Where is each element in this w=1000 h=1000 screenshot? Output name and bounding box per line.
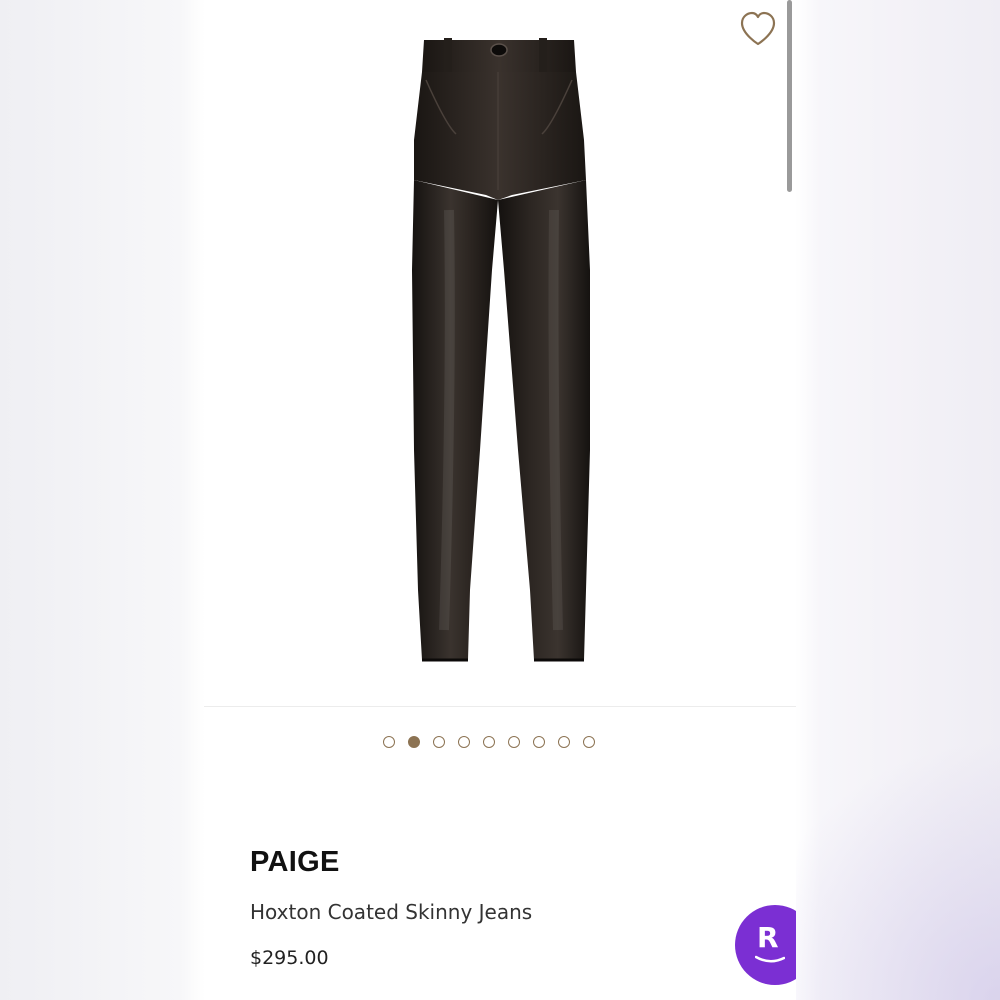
- divider: [204, 706, 796, 707]
- rakuten-r-icon: R: [757, 921, 779, 954]
- pagination-dot-4[interactable]: [458, 736, 470, 748]
- rakuten-swoosh-icon: [755, 955, 785, 963]
- pagination-dot-1[interactable]: [383, 736, 395, 748]
- pagination-dot-2-active[interactable]: [408, 736, 420, 748]
- pagination-dot-6[interactable]: [508, 736, 520, 748]
- scrollbar[interactable]: [787, 0, 792, 192]
- pagination-dot-8[interactable]: [558, 736, 570, 748]
- pagination-dot-7[interactable]: [533, 736, 545, 748]
- product-page: PAIGE Hoxton Coated Skinny Jeans $295.00…: [204, 0, 796, 1000]
- rakuten-button[interactable]: R: [735, 905, 796, 985]
- product-image-gallery[interactable]: [204, 0, 796, 706]
- product-title: Hoxton Coated Skinny Jeans: [250, 900, 533, 924]
- pagination-dot-5[interactable]: [483, 736, 495, 748]
- product-image[interactable]: [394, 30, 614, 670]
- heart-outline-icon[interactable]: [738, 10, 778, 50]
- pagination-dot-9[interactable]: [583, 736, 595, 748]
- brand-name[interactable]: PAIGE: [250, 846, 340, 879]
- image-pagination: [383, 736, 595, 748]
- pagination-dot-3[interactable]: [433, 736, 445, 748]
- product-price: $295.00: [250, 947, 329, 969]
